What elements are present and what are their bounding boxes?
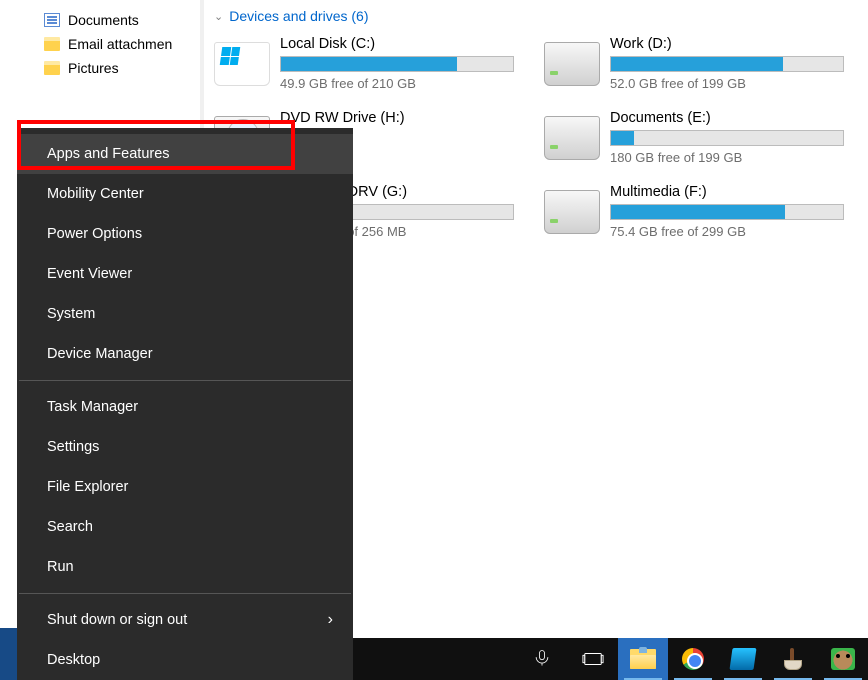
menu-item-apps-and-features[interactable]: Apps and Features — [17, 134, 353, 174]
drive-title: Local Disk (C:) — [280, 36, 514, 52]
gimp-icon — [831, 648, 855, 670]
drive-title: DVD RW Drive (H:) — [280, 110, 514, 126]
nav-item-documents[interactable]: Documents — [0, 8, 200, 32]
nav-item-label: Pictures — [68, 60, 119, 76]
winx-menu: Apps and Features Mobility Center Power … — [17, 128, 353, 680]
group-header-devices[interactable]: ⌄ Devices and drives (6) — [214, 8, 858, 24]
sticky-notes-icon — [729, 648, 756, 670]
folder-icon — [44, 37, 60, 51]
storage-bar — [610, 130, 844, 146]
menu-separator — [19, 593, 351, 594]
drive-free-space: 49.9 GB free of 210 GB — [280, 76, 514, 91]
storage-bar — [280, 56, 514, 72]
drive-free-space: 75.4 GB free of 299 GB — [610, 224, 844, 239]
chevron-right-icon: › — [328, 611, 333, 629]
drive-title: Documents (E:) — [610, 110, 844, 126]
microphone-icon — [532, 648, 554, 670]
menu-item-search[interactable]: Search — [17, 507, 353, 547]
menu-item-device-manager[interactable]: Device Manager — [17, 334, 353, 374]
menu-item-desktop[interactable]: Desktop — [17, 640, 353, 680]
storage-bar — [610, 204, 844, 220]
nav-item-label: Email attachmen — [68, 36, 172, 52]
folder-icon — [44, 61, 60, 75]
menu-separator — [19, 380, 351, 381]
task-view-icon — [582, 648, 604, 670]
hard-drive-icon — [544, 42, 600, 86]
menu-item-task-manager[interactable]: Task Manager — [17, 387, 353, 427]
taskbar-taskview-button[interactable] — [568, 638, 618, 680]
chevron-down-icon: ⌄ — [214, 10, 223, 23]
hard-drive-icon — [544, 116, 600, 160]
menu-item-settings[interactable]: Settings — [17, 427, 353, 467]
drive-multimedia-f[interactable]: Multimedia (F:) 75.4 GB free of 299 GB — [544, 182, 844, 246]
start-menu-edge — [0, 628, 17, 680]
document-icon — [44, 13, 60, 27]
taskbar-mic-button[interactable] — [518, 638, 568, 680]
menu-item-event-viewer[interactable]: Event Viewer — [17, 254, 353, 294]
paint-icon — [780, 648, 806, 670]
drive-local-disk-c[interactable]: Local Disk (C:) 49.9 GB free of 210 GB — [214, 34, 514, 98]
drive-free-space: 180 GB free of 199 GB — [610, 150, 844, 165]
group-label: Devices and drives (6) — [229, 8, 368, 24]
nav-item-pictures[interactable]: Pictures — [0, 56, 200, 80]
taskbar-chrome-button[interactable] — [668, 638, 718, 680]
os-drive-icon — [214, 42, 270, 86]
taskbar-sticky-notes-button[interactable] — [718, 638, 768, 680]
nav-item-email-attachments[interactable]: Email attachmen — [0, 32, 200, 56]
drive-documents-e[interactable]: Documents (E:) 180 GB free of 199 GB — [544, 108, 844, 172]
taskbar-paint-button[interactable] — [768, 638, 818, 680]
drive-title: Work (D:) — [610, 36, 844, 52]
menu-item-power-options[interactable]: Power Options — [17, 214, 353, 254]
taskbar-file-explorer-button[interactable] — [618, 638, 668, 680]
menu-item-file-explorer[interactable]: File Explorer — [17, 467, 353, 507]
menu-item-run[interactable]: Run — [17, 547, 353, 587]
chrome-icon — [682, 648, 704, 670]
drive-free-space: 52.0 GB free of 199 GB — [610, 76, 844, 91]
menu-item-shut-down[interactable]: Shut down or sign out › — [17, 600, 353, 640]
storage-bar — [610, 56, 844, 72]
taskbar-gimp-button[interactable] — [818, 638, 868, 680]
nav-item-label: Documents — [68, 12, 139, 28]
drive-title: Multimedia (F:) — [610, 184, 844, 200]
drive-work-d[interactable]: Work (D:) 52.0 GB free of 199 GB — [544, 34, 844, 98]
menu-item-mobility-center[interactable]: Mobility Center — [17, 174, 353, 214]
menu-item-system[interactable]: System — [17, 294, 353, 334]
file-explorer-icon — [630, 649, 656, 669]
hard-drive-icon — [544, 190, 600, 234]
